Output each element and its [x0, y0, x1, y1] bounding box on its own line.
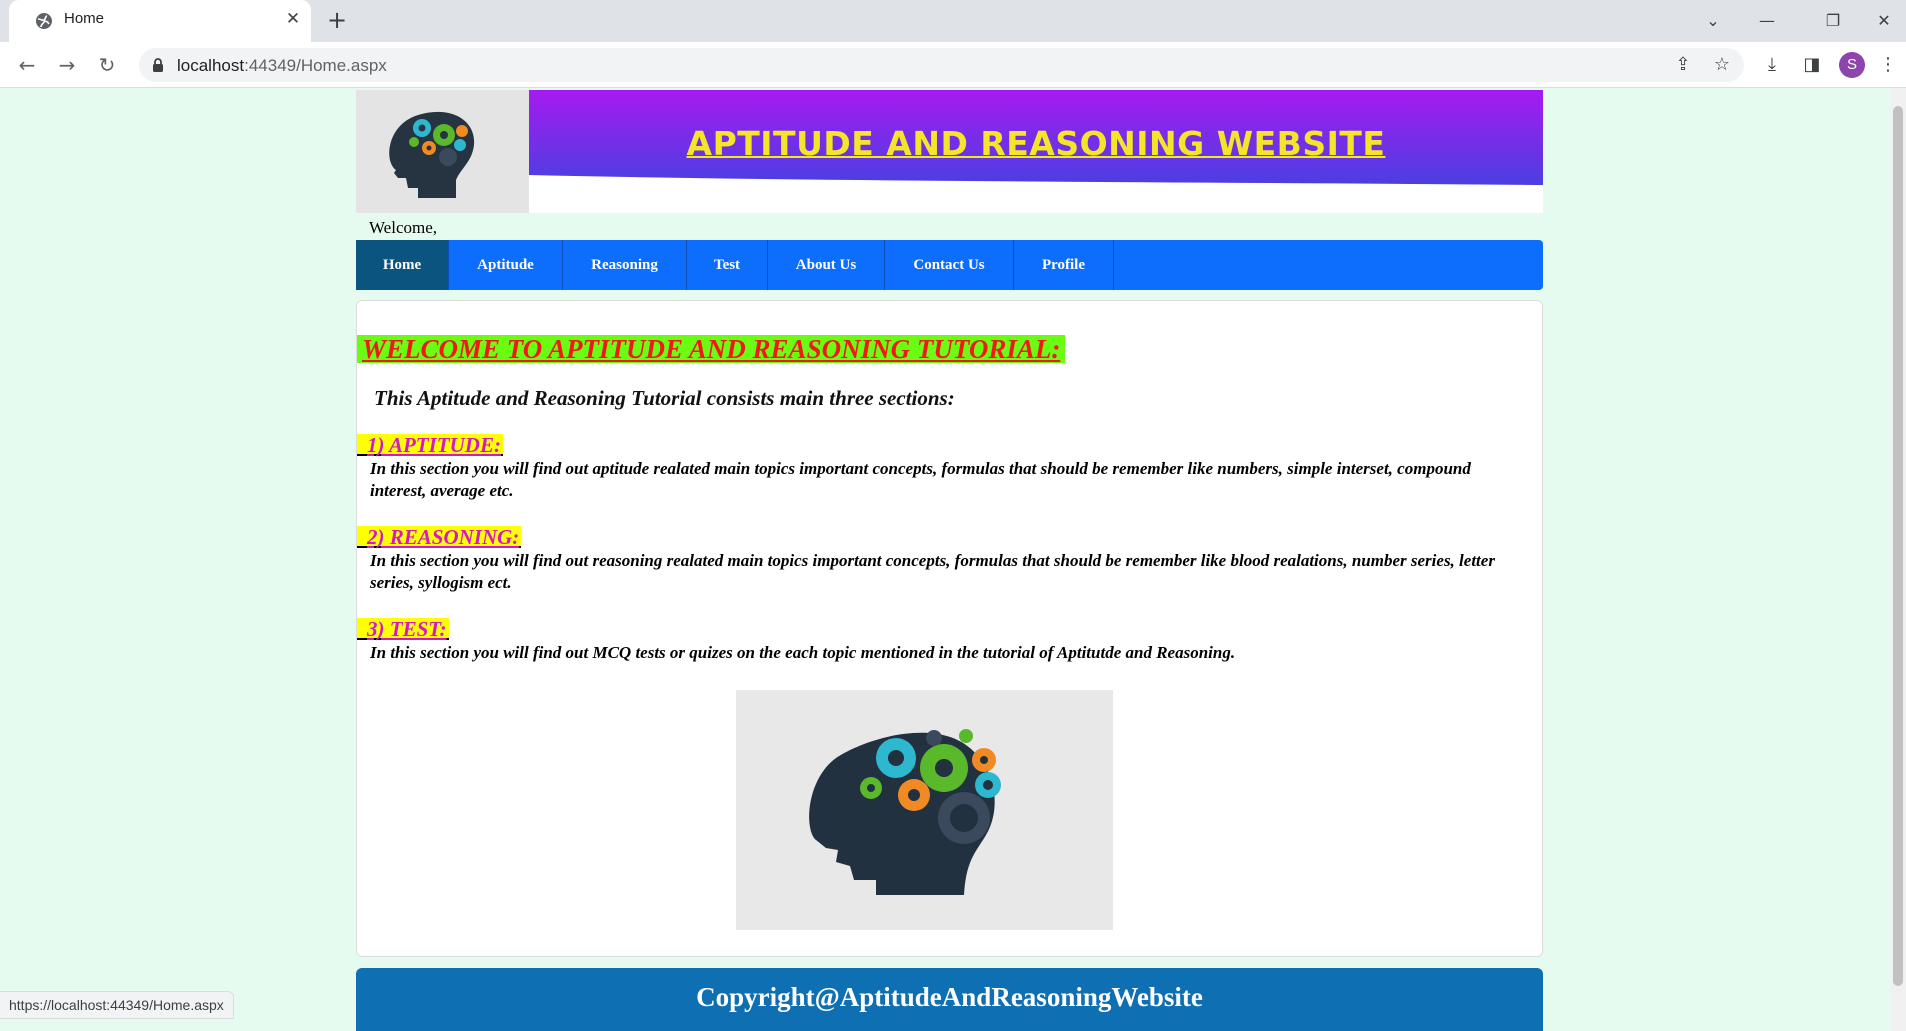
- section-title-reasoning: 2) REASONING:: [357, 526, 522, 548]
- section-desc-aptitude: In this section you will find out aptitu…: [370, 459, 1471, 500]
- section-title-test: 3) TEST:: [357, 618, 449, 640]
- nav-test[interactable]: Test: [687, 240, 768, 290]
- tab-title: Home: [64, 10, 105, 27]
- browser-menu-icon[interactable]: ⋮: [1878, 51, 1898, 79]
- site-banner: APTITUDE AND REASONING WEBSITE: [356, 90, 1543, 213]
- address-bar[interactable]: localhost:44349/Home.aspx: [139, 48, 1744, 82]
- tab-search-icon[interactable]: ⌄: [1690, 4, 1736, 38]
- page-scrollbar[interactable]: [1890, 88, 1906, 1031]
- section-desc-reasoning: In this section you will find out reason…: [370, 551, 1495, 592]
- banner-title: APTITUDE AND REASONING WEBSITE: [686, 124, 1386, 163]
- bookmark-star-icon[interactable]: ☆: [1708, 51, 1736, 79]
- section-desc-test: In this section you will find out MCQ te…: [370, 643, 1236, 662]
- browser-tab-strip: Home ✕ + ⌄ — ❐ ✕: [0, 0, 1906, 42]
- share-icon[interactable]: ⇪: [1669, 51, 1697, 79]
- section-title-aptitude: 1) APTITUDE:: [357, 434, 503, 456]
- tab-close-icon[interactable]: ✕: [283, 9, 303, 29]
- brain-logo-icon: [356, 90, 529, 213]
- site-footer: Copyright@AptitudeAndReasoningWebsite: [356, 968, 1543, 1031]
- side-panel-icon[interactable]: ◨: [1798, 51, 1826, 79]
- welcome-text: Welcome,: [369, 218, 438, 237]
- page-viewport: APTITUDE AND REASONING WEBSITE Welcome, …: [0, 88, 1890, 1031]
- main-nav: Home Aptitude Reasoning Test About Us Co…: [356, 240, 1543, 290]
- nav-profile[interactable]: Profile: [1014, 240, 1114, 290]
- page-heading: WELCOME TO APTITUDE AND REASONING TUTORI…: [357, 335, 1066, 363]
- main-content: WELCOME TO APTITUDE AND REASONING TUTORI…: [356, 300, 1543, 957]
- profile-avatar[interactable]: S: [1839, 52, 1865, 78]
- new-tab-button[interactable]: +: [324, 8, 350, 34]
- scrollbar-thumb[interactable]: [1893, 106, 1903, 986]
- download-icon[interactable]: ⤓: [1758, 51, 1786, 79]
- url-text[interactable]: localhost:44349/Home.aspx: [177, 56, 387, 76]
- nav-aptitude[interactable]: Aptitude: [449, 240, 563, 290]
- browser-tab-home[interactable]: Home ✕: [9, 0, 311, 42]
- status-url-bubble: https://localhost:44349/Home.aspx: [0, 991, 234, 1019]
- intro-text: This Aptitude and Reasoning Tutorial con…: [374, 386, 955, 410]
- reload-button[interactable]: ↻: [93, 51, 121, 79]
- restore-button[interactable]: ❐: [1810, 4, 1856, 38]
- browser-toolbar: ← → ↻ localhost:44349/Home.aspx ⇪ ☆ ⤓ ◨ …: [0, 42, 1906, 88]
- forward-button[interactable]: →: [53, 51, 81, 79]
- minimize-button[interactable]: —: [1744, 4, 1790, 38]
- nav-about-us[interactable]: About Us: [768, 240, 885, 290]
- brain-illustration: [736, 690, 1113, 930]
- globe-icon: [34, 11, 54, 31]
- window-close-button[interactable]: ✕: [1864, 4, 1904, 38]
- copyright-text: Copyright@AptitudeAndReasoningWebsite: [696, 982, 1203, 1012]
- nav-home[interactable]: Home: [356, 240, 449, 290]
- lock-icon[interactable]: [150, 57, 166, 73]
- nav-contact-us[interactable]: Contact Us: [885, 240, 1014, 290]
- nav-reasoning[interactable]: Reasoning: [563, 240, 687, 290]
- back-button[interactable]: ←: [13, 51, 41, 79]
